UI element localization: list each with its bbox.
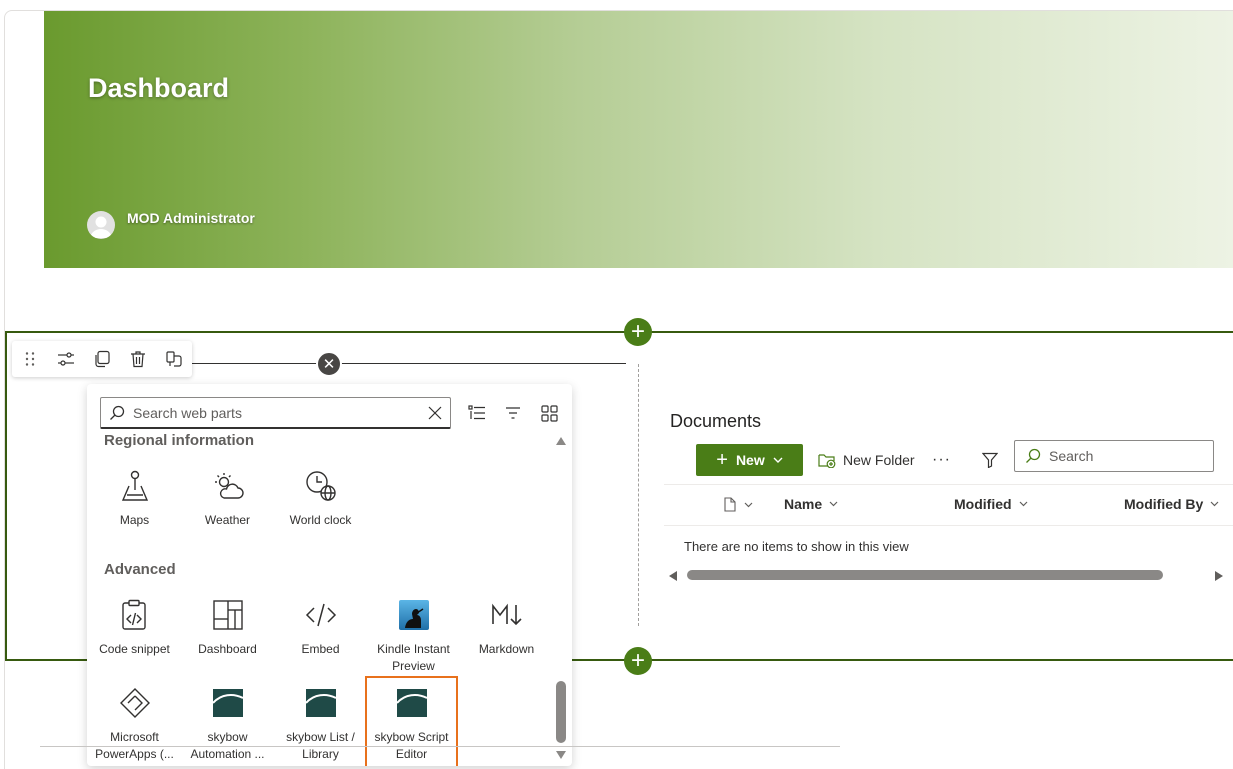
more-icon: ··· bbox=[932, 451, 951, 468]
chevron-down-icon bbox=[1210, 501, 1219, 507]
avatar bbox=[87, 211, 115, 239]
close-picker-button[interactable]: ✕ bbox=[316, 351, 342, 377]
documents-search-input[interactable] bbox=[1049, 448, 1199, 464]
powerapps-icon bbox=[117, 685, 153, 721]
author-name: MOD Administrator bbox=[127, 210, 255, 226]
webpart-search-input[interactable] bbox=[133, 404, 428, 421]
list-view-button[interactable] bbox=[459, 401, 495, 425]
add-section-above-button[interactable]: + bbox=[624, 318, 652, 346]
title-banner: Dashboard MOD Administrator bbox=[44, 11, 1233, 268]
webpart-code-snippet[interactable]: Code snippet bbox=[88, 597, 181, 658]
webpart-dashboard[interactable]: Dashboard bbox=[181, 597, 274, 658]
documents-title[interactable]: Documents bbox=[670, 411, 761, 432]
duplicate-icon bbox=[95, 350, 110, 368]
name-column-header[interactable]: Name bbox=[784, 496, 838, 512]
plus-icon: + bbox=[630, 647, 645, 674]
edit-properties-button[interactable] bbox=[48, 341, 84, 377]
page-title[interactable]: Dashboard bbox=[88, 73, 229, 104]
dashboard-icon bbox=[210, 597, 246, 633]
picker-view-options bbox=[459, 401, 567, 425]
author-block: MOD Administrator bbox=[87, 210, 255, 239]
filter-icon bbox=[982, 452, 998, 468]
plus-icon: + bbox=[716, 449, 728, 471]
duplicate-button[interactable] bbox=[84, 341, 120, 377]
file-type-column-header[interactable] bbox=[724, 497, 753, 512]
kindle-icon bbox=[396, 597, 432, 633]
weather-icon bbox=[210, 468, 246, 504]
chevron-down-icon bbox=[1019, 501, 1027, 507]
chevron-down-icon bbox=[829, 501, 838, 507]
documents-scroll-thumb[interactable] bbox=[687, 570, 1163, 580]
clear-search-icon[interactable] bbox=[428, 406, 442, 420]
column-header-row: Name Modified Modified By bbox=[664, 484, 1233, 526]
edit-properties-icon bbox=[58, 352, 74, 366]
drag-handle-button[interactable] bbox=[12, 341, 48, 377]
webpart-markdown[interactable]: Markdown bbox=[460, 597, 553, 658]
skybow-icon bbox=[394, 685, 430, 721]
more-actions-button[interactable]: ··· bbox=[932, 444, 951, 476]
delete-icon bbox=[131, 351, 145, 368]
filter-button[interactable] bbox=[495, 401, 531, 425]
webpart-embed[interactable]: Embed bbox=[274, 597, 367, 658]
close-icon: ✕ bbox=[322, 356, 336, 373]
list-view-icon bbox=[468, 405, 485, 420]
column-divider bbox=[638, 364, 639, 626]
delete-button[interactable] bbox=[120, 341, 156, 377]
format-painter-button[interactable] bbox=[156, 341, 192, 377]
filter-lines-icon bbox=[506, 407, 520, 419]
file-icon bbox=[724, 497, 736, 512]
plus-icon: + bbox=[630, 318, 645, 345]
webpart-world-clock[interactable]: World clock bbox=[274, 468, 367, 529]
grid-view-icon bbox=[540, 404, 558, 422]
webpart-maps[interactable]: Maps bbox=[88, 468, 181, 529]
scroll-down-icon[interactable] bbox=[555, 750, 567, 760]
folder-add-icon bbox=[818, 454, 836, 468]
insert-line bbox=[184, 363, 626, 364]
page-root: Dashboard MOD Administrator + + ✕ Search… bbox=[0, 0, 1233, 769]
world-clock-icon bbox=[303, 468, 339, 504]
modified-column-header[interactable]: Modified bbox=[954, 496, 1028, 512]
section-divider bbox=[40, 746, 840, 747]
skybow-icon bbox=[210, 685, 246, 721]
webpart-skybow-list-library[interactable]: skybow List / Library bbox=[274, 685, 367, 763]
code-snippet-icon bbox=[117, 597, 153, 633]
category-title: Regional information bbox=[104, 432, 254, 449]
scroll-right-icon[interactable] bbox=[1214, 570, 1224, 582]
category-title: Advanced bbox=[104, 561, 176, 578]
picker-scroll-thumb[interactable] bbox=[556, 681, 566, 743]
grid-view-button[interactable] bbox=[531, 401, 567, 425]
webpart-picker: Regional information Maps Weather World … bbox=[87, 384, 572, 766]
webpart-weather[interactable]: Weather bbox=[181, 468, 274, 529]
search-icon bbox=[1026, 448, 1041, 463]
scroll-up-icon[interactable] bbox=[555, 436, 567, 446]
webpart-kindle-instant-preview[interactable]: Kindle Instant Preview bbox=[367, 597, 460, 675]
filter-documents-button[interactable] bbox=[982, 444, 998, 476]
drag-handle-icon bbox=[25, 352, 35, 366]
embed-icon bbox=[303, 597, 339, 633]
webpart-skybow-script-editor[interactable]: skybow Script Editor bbox=[365, 676, 458, 766]
webpart-microsoft-powerapps[interactable]: Microsoft PowerApps (... bbox=[88, 685, 181, 763]
scroll-left-icon[interactable] bbox=[668, 570, 678, 582]
webpart-search bbox=[100, 397, 451, 429]
search-icon bbox=[110, 405, 125, 420]
empty-view-message: There are no items to show in this view bbox=[684, 539, 909, 554]
skybow-icon bbox=[303, 685, 339, 721]
markdown-icon bbox=[489, 597, 525, 633]
chevron-down-icon bbox=[744, 502, 753, 507]
format-painter-icon bbox=[166, 351, 182, 367]
pin-icon bbox=[117, 468, 153, 504]
new-folder-button[interactable]: New Folder bbox=[818, 444, 915, 476]
chevron-down-icon bbox=[773, 457, 783, 463]
webpart-skybow-automation[interactable]: skybow Automation ... bbox=[181, 685, 274, 763]
documents-search bbox=[1014, 440, 1214, 472]
webpart-toolbar bbox=[12, 341, 192, 377]
modified-by-column-header[interactable]: Modified By bbox=[1124, 496, 1219, 512]
new-button[interactable]: + New bbox=[696, 444, 803, 476]
add-section-below-button[interactable]: + bbox=[624, 647, 652, 675]
